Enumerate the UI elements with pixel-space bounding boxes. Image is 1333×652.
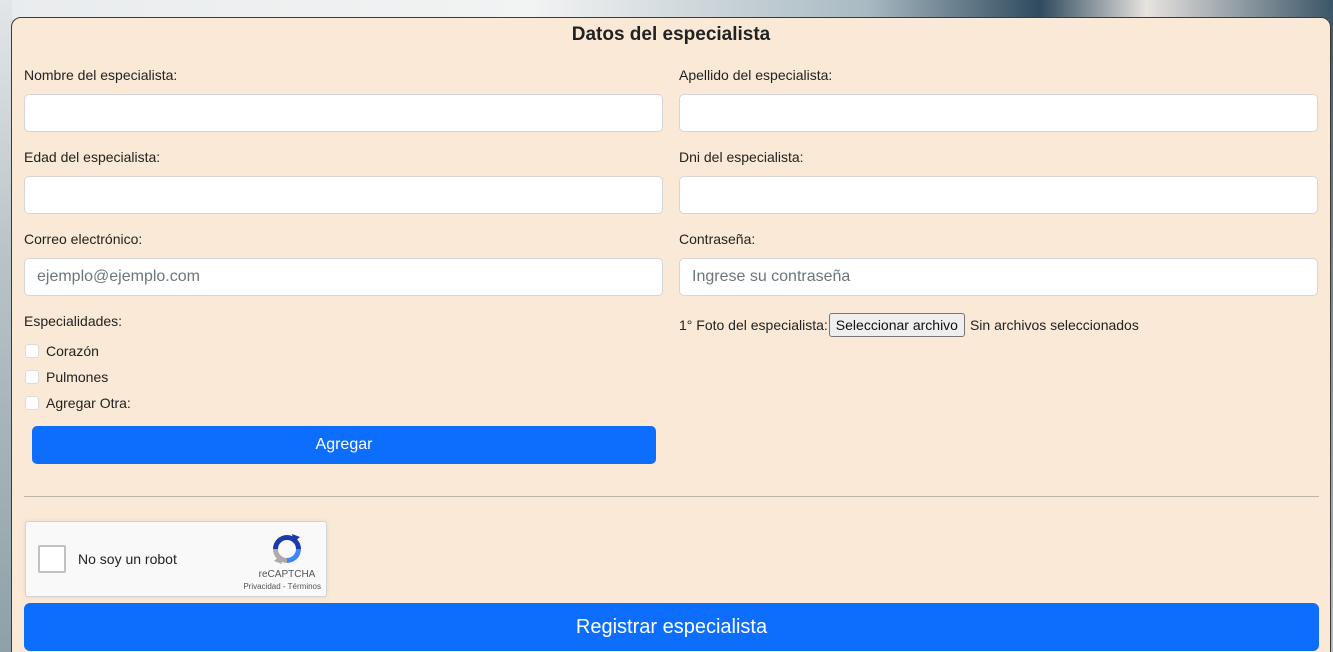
especialidad-agregar-otra[interactable]: Agregar Otra: [25,393,131,413]
password-input[interactable] [679,258,1318,296]
recaptcha-checkbox[interactable] [38,545,66,573]
file-status: Sin archivos seleccionados [969,317,1139,333]
nombre-label: Nombre del especialista: [24,67,178,83]
dni-input[interactable] [679,176,1318,214]
email-input[interactable] [24,258,663,296]
apellido-label: Apellido del especialista: [679,67,833,83]
dni-label: Dni del especialista: [679,149,804,165]
specialist-form-card: Datos del especialista Nombre del especi… [11,17,1331,652]
corazon-checkbox[interactable] [25,344,39,358]
agregar-button[interactable]: Agregar [32,426,656,464]
recaptcha-brand: reCAPTCHA [258,569,316,580]
pulmones-label: Pulmones [46,369,109,385]
correo-label: Correo electrónico: [24,231,143,247]
recaptcha-links[interactable]: Privacidad - Términos [231,582,321,591]
form-title: Datos del especialista [571,24,771,45]
divider [24,496,1319,497]
foto-label: 1° Foto del especialista: [679,317,828,333]
edad-label: Edad del especialista: [24,149,161,165]
contrasena-label: Contraseña: [679,231,756,247]
pulmones-checkbox[interactable] [25,370,39,384]
apellido-input[interactable] [679,94,1318,132]
especialidad-pulmones[interactable]: Pulmones [25,367,108,387]
edad-input[interactable] [24,176,663,214]
registrar-especialista-button[interactable]: Registrar especialista [24,603,1319,651]
especialidades-label: Especialidades: [24,313,123,329]
select-file-button[interactable]: Seleccionar archivo [828,313,965,337]
recaptcha-widget: No soy un robot reCAPTCHA Privacidad - T… [25,521,327,597]
especialidad-corazon[interactable]: Corazón [25,341,99,361]
foto-file-row: 1° Foto del especialista: Seleccionar ar… [679,313,1139,337]
corazon-label: Corazón [46,343,99,359]
agregar-otra-checkbox[interactable] [25,396,39,410]
agregar-otra-label: Agregar Otra: [46,395,131,411]
recaptcha-logo-icon [273,534,301,564]
nombre-input[interactable] [24,94,663,132]
recaptcha-text: No soy un robot [78,551,177,567]
